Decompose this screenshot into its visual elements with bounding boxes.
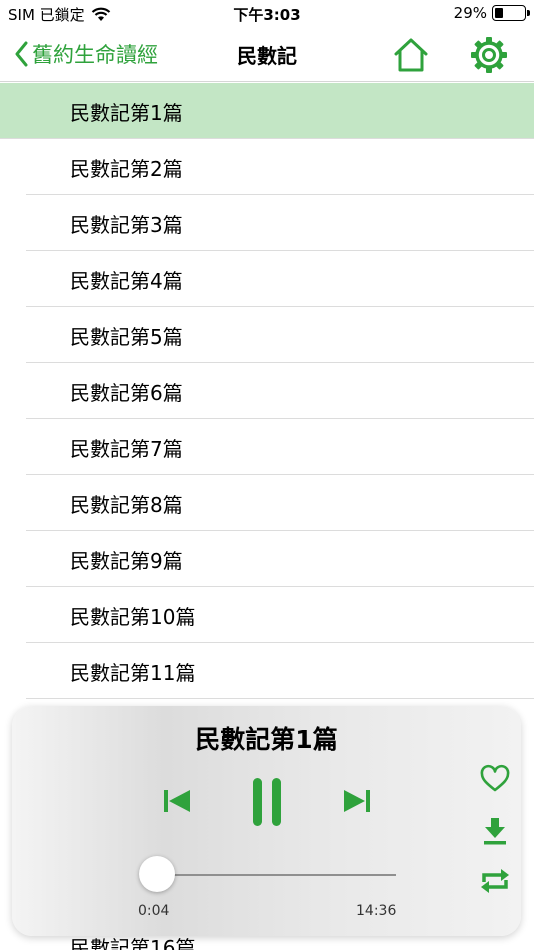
list-item[interactable]: 民數記第4篇 bbox=[0, 251, 534, 307]
list-item-label: 民數記第1篇 bbox=[70, 100, 183, 125]
battery-percent: 29% bbox=[453, 4, 487, 22]
list-item-label: 民數記第5篇 bbox=[70, 324, 183, 349]
list-item-label: 民數記第11篇 bbox=[70, 660, 196, 685]
player-title: 民數記第1篇 bbox=[195, 725, 338, 754]
progress-track[interactable] bbox=[152, 874, 396, 876]
battery-fill bbox=[495, 8, 503, 18]
chapter-list: 民數記第1篇 民數記第2篇 民數記第3篇 民數記第4篇 民數記第5篇 民數記第6篇 民數記第… bbox=[0, 83, 534, 699]
progress-slider-thumb[interactable] bbox=[139, 856, 176, 892]
list-item-label: 民數記第7篇 bbox=[70, 436, 183, 461]
next-track-icon[interactable] bbox=[342, 786, 372, 816]
heart-icon[interactable] bbox=[480, 764, 510, 794]
list-item[interactable]: 民數記第3篇 bbox=[0, 195, 534, 251]
list-item-label: 民數記第10篇 bbox=[70, 604, 196, 629]
pause-icon[interactable] bbox=[250, 776, 284, 828]
list-item[interactable]: 民數記第11篇 bbox=[0, 643, 534, 699]
status-bar: SIM 已鎖定 下午3:03 29% bbox=[0, 0, 534, 28]
current-time: 0:04 bbox=[138, 903, 170, 919]
battery-icon bbox=[492, 5, 530, 21]
audio-player: 民數記第1篇 0:04 14:36 bbox=[12, 706, 521, 936]
home-icon[interactable] bbox=[392, 36, 430, 74]
list-item-label: 民數記第9篇 bbox=[70, 548, 183, 573]
gear-icon[interactable] bbox=[470, 36, 508, 74]
list-item[interactable]: 民數記第7篇 bbox=[0, 419, 534, 475]
list-item-label: 民數記第8篇 bbox=[70, 492, 183, 517]
list-item[interactable]: 民數記第10篇 bbox=[0, 587, 534, 643]
list-item[interactable]: 民數記第2篇 bbox=[0, 139, 534, 195]
list-item-label: 民數記第6篇 bbox=[70, 380, 183, 405]
status-right: 29% bbox=[453, 4, 530, 22]
page-title: 民數記 bbox=[237, 44, 297, 68]
list-item[interactable]: 民數記第8篇 bbox=[0, 475, 534, 531]
list-item[interactable]: 民數記第1篇 bbox=[0, 83, 534, 139]
download-icon[interactable] bbox=[482, 816, 508, 846]
nav-bar: 舊約生命讀經 民數記 bbox=[0, 28, 534, 82]
total-time: 14:36 bbox=[356, 903, 397, 919]
list-item[interactable]: 民數記第6篇 bbox=[0, 363, 534, 419]
repeat-icon[interactable] bbox=[478, 866, 512, 896]
list-item-label: 民數記第2篇 bbox=[70, 156, 183, 181]
previous-track-icon[interactable] bbox=[162, 786, 192, 816]
list-item[interactable]: 民數記第5篇 bbox=[0, 307, 534, 363]
list-item-label: 民數記第3篇 bbox=[70, 212, 183, 237]
list-item[interactable]: 民數記第9篇 bbox=[0, 531, 534, 587]
list-item-label: 民數記第4篇 bbox=[70, 268, 183, 293]
